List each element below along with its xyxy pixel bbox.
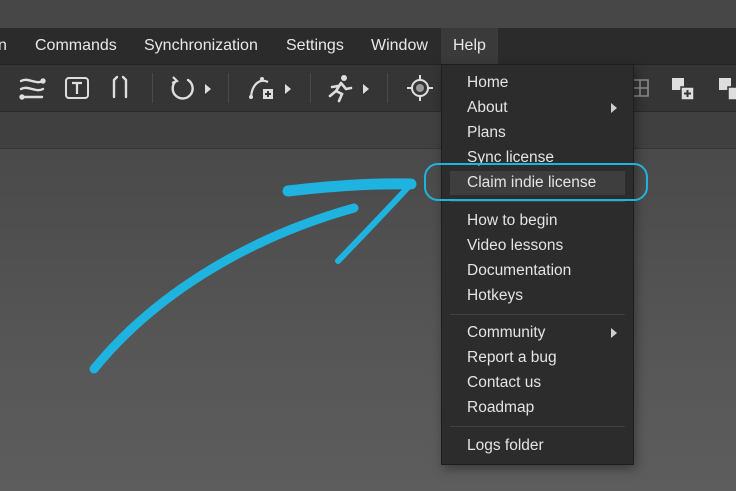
help-menu-home[interactable]: Home bbox=[450, 71, 625, 95]
help-menu-documentation-label: Documentation bbox=[467, 262, 572, 279]
help-menu-documentation[interactable]: Documentation bbox=[450, 259, 625, 283]
run-options-arrow-icon[interactable] bbox=[361, 82, 371, 94]
run-animation-icon[interactable] bbox=[324, 72, 356, 104]
menu-item-synchronization[interactable]: Synchronization bbox=[144, 28, 258, 64]
add-layer-icon[interactable] bbox=[667, 72, 699, 104]
help-menu-home-label: Home bbox=[467, 74, 509, 91]
help-menu-community[interactable]: Community bbox=[450, 321, 625, 345]
help-menu-contact-us-label: Contact us bbox=[467, 374, 542, 391]
submenu-arrow-icon bbox=[611, 328, 617, 338]
bezier-tool-icon[interactable] bbox=[16, 72, 48, 104]
help-menu-how-to-begin[interactable]: How to begin bbox=[450, 209, 625, 233]
help-menu-report-a-bug[interactable]: Report a bug bbox=[450, 346, 625, 370]
help-menu-plans-label: Plans bbox=[467, 124, 506, 141]
help-menu-hotkeys-label: Hotkeys bbox=[467, 287, 523, 304]
help-menu-dropdown: Home About Plans Sync license Claim indi… bbox=[441, 64, 634, 465]
menu-bar: n Commands Synchronization Settings Wind… bbox=[0, 28, 736, 65]
toolbar-separator bbox=[310, 73, 311, 103]
help-menu-roadmap[interactable]: Roadmap bbox=[450, 396, 625, 420]
rotate-tool-icon[interactable] bbox=[166, 72, 198, 104]
toolbar-separator bbox=[152, 73, 153, 103]
submenu-arrow-icon bbox=[611, 103, 617, 113]
help-menu-video-lessons-label: Video lessons bbox=[467, 237, 564, 254]
menu-item-commands[interactable]: Commands bbox=[35, 28, 117, 64]
rotate-options-arrow-icon[interactable] bbox=[203, 82, 213, 94]
target-icon[interactable] bbox=[404, 72, 436, 104]
help-menu-about-label: About bbox=[467, 99, 508, 116]
menu-item-settings[interactable]: Settings bbox=[286, 28, 344, 64]
bracket-tool-icon[interactable] bbox=[104, 72, 136, 104]
help-menu-about[interactable]: About bbox=[450, 96, 625, 120]
help-menu-plans[interactable]: Plans bbox=[450, 121, 625, 145]
menu-item-partial[interactable]: n bbox=[0, 28, 7, 64]
help-menu-how-to-begin-label: How to begin bbox=[467, 212, 558, 229]
path-options-arrow-icon[interactable] bbox=[283, 82, 293, 94]
menu-separator bbox=[450, 314, 625, 315]
toolbar-separator bbox=[387, 73, 388, 103]
layer-options-icon[interactable] bbox=[714, 72, 736, 104]
help-menu-claim-indie-license[interactable]: Claim indie license bbox=[450, 171, 625, 195]
help-menu-sync-license-label: Sync license bbox=[467, 149, 555, 166]
help-menu-claim-indie-license-label: Claim indie license bbox=[467, 174, 597, 191]
window-top-strip bbox=[0, 0, 736, 28]
help-menu-roadmap-label: Roadmap bbox=[467, 399, 535, 416]
menu-separator bbox=[450, 426, 625, 427]
help-menu-sync-license[interactable]: Sync license bbox=[450, 146, 625, 170]
help-menu-video-lessons[interactable]: Video lessons bbox=[450, 234, 625, 258]
menu-separator bbox=[450, 201, 625, 202]
help-menu-report-a-bug-label: Report a bug bbox=[467, 349, 557, 366]
help-menu-logs-folder[interactable]: Logs folder bbox=[450, 434, 625, 458]
toolbar-separator bbox=[228, 73, 229, 103]
help-menu-logs-folder-label: Logs folder bbox=[467, 437, 544, 454]
help-menu-community-label: Community bbox=[467, 324, 546, 341]
menu-item-window[interactable]: Window bbox=[371, 28, 428, 64]
help-menu-contact-us[interactable]: Contact us bbox=[450, 371, 625, 395]
menu-item-help[interactable]: Help bbox=[441, 28, 498, 64]
help-menu-hotkeys[interactable]: Hotkeys bbox=[450, 284, 625, 308]
text-tool-icon[interactable] bbox=[61, 72, 93, 104]
path-add-tool-icon[interactable] bbox=[246, 72, 278, 104]
